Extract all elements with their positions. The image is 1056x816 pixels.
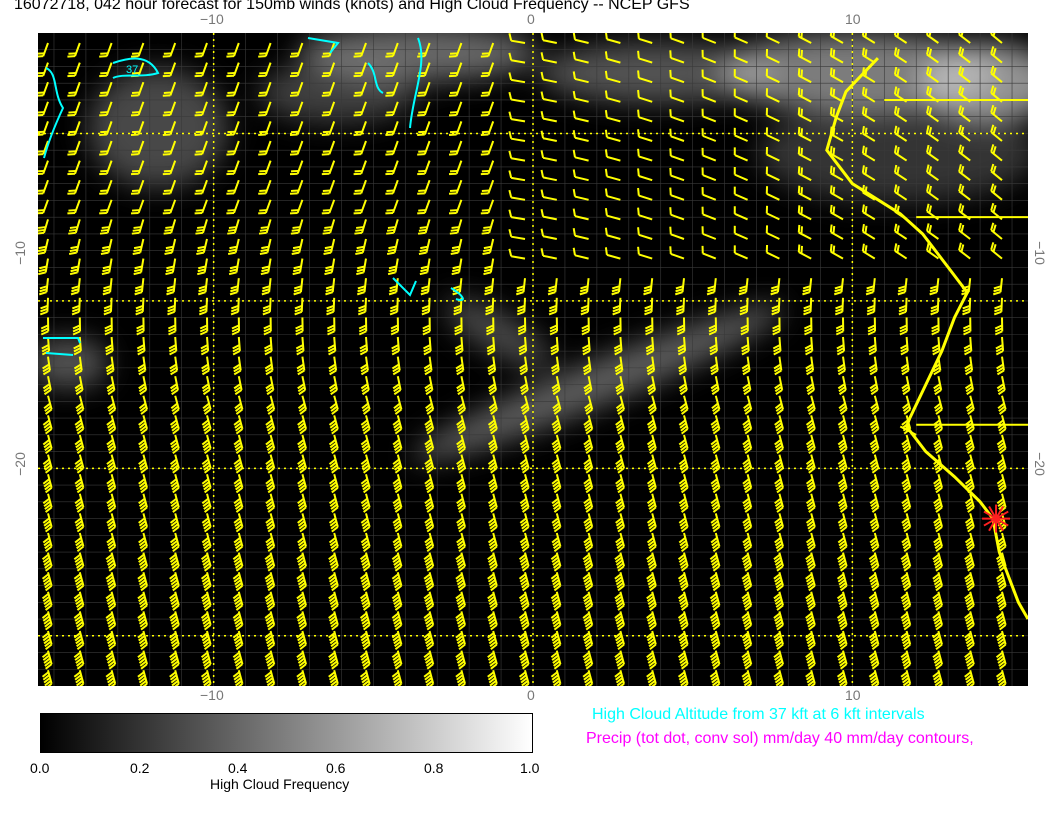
lon-tick-top-10: 10: [845, 11, 861, 27]
lat-tick-left-neg10: −10: [11, 241, 28, 265]
colorbar-label: High Cloud Frequency: [210, 776, 350, 792]
lon-tick-top-0: 0: [527, 11, 535, 27]
lat-tick-right-neg20: −20: [1031, 452, 1048, 476]
lon-tick-bottom-0: 0: [527, 687, 535, 703]
colorbar-tick: 0.4: [228, 760, 248, 776]
chart-title: 16072718, 042 hour forecast for 150mb wi…: [14, 0, 690, 13]
lon-tick-bottom-10: 10: [845, 687, 861, 703]
wind-cloud-map: 37: [38, 33, 1028, 686]
colorbar: [40, 713, 533, 753]
colorbar-tick: 0.0: [30, 760, 50, 776]
colorbar-tick: 1.0: [520, 760, 540, 776]
colorbar-tick: 0.2: [130, 760, 150, 776]
lat-tick-left-neg20: −20: [11, 452, 28, 476]
colorbar-tick: 0.6: [326, 760, 346, 776]
cloud-altitude-legend: High Cloud Altitude from 37 kft at 6 kft…: [592, 706, 925, 723]
lat-tick-right-neg10: −10: [1031, 241, 1048, 265]
lon-tick-bottom-neg10: −10: [200, 687, 224, 703]
precip-legend: Precip (tot dot, conv sol) mm/day 40 mm/…: [586, 730, 974, 747]
lon-tick-top-neg10: −10: [200, 11, 224, 27]
colorbar-tick: 0.8: [424, 760, 444, 776]
cloud-altitude-contour-label: 37: [126, 64, 138, 76]
